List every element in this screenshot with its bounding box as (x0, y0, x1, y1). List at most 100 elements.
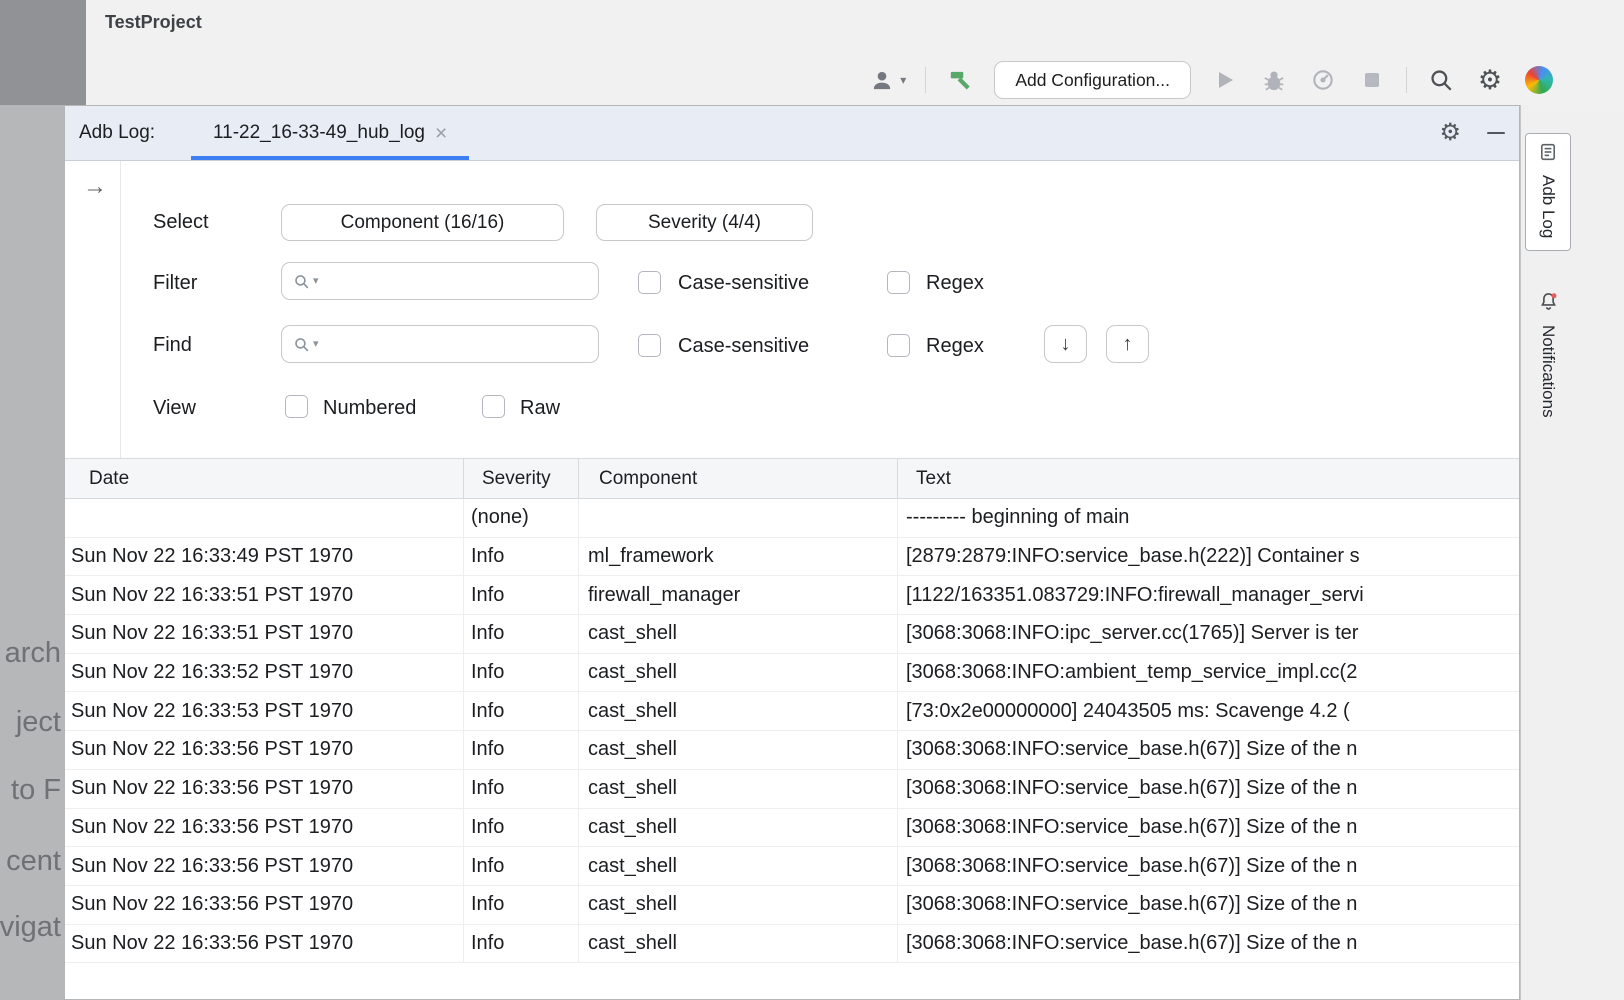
profiler-icon[interactable] (1308, 65, 1338, 95)
log-table-body: (none) --------- beginning of main Sun N… (65, 499, 1519, 963)
numbered-label: Numbered (323, 397, 416, 419)
column-header-component[interactable]: Component (579, 459, 898, 498)
log-row[interactable]: Sun Nov 22 16:33:56 PST 1970 Info cast_s… (65, 731, 1519, 770)
cell-component: cast_shell (579, 886, 898, 924)
log-row[interactable]: Sun Nov 22 16:33:56 PST 1970 Info cast_s… (65, 770, 1519, 809)
collapse-arrow-icon[interactable]: → (83, 173, 107, 201)
run-icon[interactable] (1210, 65, 1240, 95)
background-text-fragment: vigat (0, 911, 61, 944)
project-title: TestProject (105, 12, 202, 33)
cell-date: Sun Nov 22 16:33:52 PST 1970 (65, 654, 464, 692)
colorful-orb (1525, 66, 1553, 94)
cell-date: Sun Nov 22 16:33:56 PST 1970 (65, 809, 464, 847)
raw-checkbox[interactable] (482, 395, 505, 418)
cell-date: Sun Nov 22 16:33:56 PST 1970 (65, 731, 464, 769)
debug-icon[interactable] (1259, 65, 1289, 95)
find-text-field[interactable] (322, 334, 590, 355)
colorful-profile-icon[interactable] (1524, 65, 1554, 95)
filter-text-field[interactable] (322, 271, 590, 292)
filter-regex-checkbox[interactable] (887, 271, 910, 294)
filter-case-sensitive-checkbox[interactable] (638, 271, 661, 294)
cell-date: Sun Nov 22 16:33:51 PST 1970 (65, 576, 464, 614)
chevron-down-icon: ▾ (313, 339, 319, 350)
cell-date: Sun Nov 22 16:33:53 PST 1970 (65, 692, 464, 730)
log-row[interactable]: Sun Nov 22 16:33:49 PST 1970 Info ml_fra… (65, 538, 1519, 577)
cell-component: cast_shell (579, 925, 898, 963)
find-case-sensitive-label: Case-sensitive (678, 335, 809, 357)
background-text-fragment: cent (6, 845, 61, 878)
log-file-tab[interactable]: 11-22_16-33-49_hub_log × (191, 106, 469, 160)
tab-close-icon[interactable]: × (435, 123, 447, 144)
dock-tab-notifications-label: Notifications (1538, 325, 1558, 418)
user-profile-button[interactable]: ▾ (867, 65, 906, 95)
background-text-fragment: ject (16, 706, 61, 739)
toolbar-divider (1406, 67, 1407, 93)
find-previous-button[interactable]: ↑ (1106, 325, 1149, 363)
search-icon (293, 273, 310, 290)
cell-component: cast_shell (579, 654, 898, 692)
filter-case-sensitive-label: Case-sensitive (678, 272, 809, 294)
cell-severity: Info (464, 615, 579, 653)
log-row[interactable]: Sun Nov 22 16:33:51 PST 1970 Info cast_s… (65, 615, 1519, 654)
adb-log-panel: Adb Log: 11-22_16-33-49_hub_log × ⚙ → Se… (64, 105, 1520, 1000)
cell-severity: Info (464, 847, 579, 885)
ide-titlebar: TestProject ▾ Add Configuration... (0, 0, 1624, 105)
cell-component: cast_shell (579, 615, 898, 653)
column-header-text[interactable]: Text (898, 459, 1519, 498)
log-row[interactable]: Sun Nov 22 16:33:56 PST 1970 Info cast_s… (65, 886, 1519, 925)
search-icon (293, 336, 310, 353)
settings-gear-icon[interactable]: ⚙ (1475, 65, 1505, 95)
run-toolbar: ▾ Add Configuration... (867, 58, 1554, 102)
cell-component: cast_shell (579, 809, 898, 847)
log-row[interactable]: Sun Nov 22 16:33:53 PST 1970 Info cast_s… (65, 692, 1519, 731)
severity-filter-button[interactable]: Severity (4/4) (596, 204, 813, 241)
search-everywhere-icon[interactable] (1426, 65, 1456, 95)
panel-settings-gear-icon[interactable]: ⚙ (1439, 121, 1461, 145)
cell-component: cast_shell (579, 847, 898, 885)
minimize-icon[interactable] (1487, 132, 1505, 135)
cell-component: cast_shell (579, 692, 898, 730)
stop-icon[interactable] (1357, 65, 1387, 95)
filter-input[interactable]: ▾ (281, 262, 599, 300)
build-hammer-icon[interactable] (945, 65, 975, 95)
numbered-checkbox[interactable] (285, 395, 308, 418)
find-regex-checkbox[interactable] (887, 334, 910, 357)
log-table-header: Date Severity Component Text (65, 459, 1519, 499)
screen: TestProject ▾ Add Configuration... (0, 0, 1624, 1000)
log-row[interactable]: Sun Nov 22 16:33:56 PST 1970 Info cast_s… (65, 809, 1519, 848)
column-header-severity[interactable]: Severity (464, 459, 579, 498)
panel-title: Adb Log: (79, 106, 155, 160)
find-input[interactable]: ▾ (281, 325, 599, 363)
add-configuration-button[interactable]: Add Configuration... (994, 61, 1191, 99)
panel-gutter: → (65, 161, 121, 458)
log-row[interactable]: Sun Nov 22 16:33:56 PST 1970 Info cast_s… (65, 847, 1519, 886)
column-header-date[interactable]: Date (65, 459, 464, 498)
log-row[interactable]: (none) --------- beginning of main (65, 499, 1519, 538)
log-table: Date Severity Component Text (none) ----… (65, 459, 1519, 963)
cell-date (65, 499, 464, 537)
log-row[interactable]: Sun Nov 22 16:33:52 PST 1970 Info cast_s… (65, 654, 1519, 693)
find-case-sensitive-checkbox[interactable] (638, 334, 661, 357)
cell-text: [3068:3068:INFO:service_base.h(67)] Size… (898, 770, 1519, 808)
adb-log-panel-header: Adb Log: 11-22_16-33-49_hub_log × ⚙ (65, 106, 1519, 161)
component-filter-button[interactable]: Component (16/16) (281, 204, 564, 241)
cell-component (579, 499, 898, 537)
cell-severity: Info (464, 731, 579, 769)
dock-tab-adb-log[interactable]: Adb Log (1525, 133, 1571, 251)
raw-label: Raw (520, 397, 560, 419)
select-label: Select (153, 211, 209, 233)
cell-text: [3068:3068:INFO:service_base.h(67)] Size… (898, 731, 1519, 769)
cell-text: [73:0x2e00000000] 24043505 ms: Scavenge … (898, 692, 1519, 730)
log-row[interactable]: Sun Nov 22 16:33:56 PST 1970 Info cast_s… (65, 925, 1519, 964)
cell-date: Sun Nov 22 16:33:56 PST 1970 (65, 886, 464, 924)
notifications-bell-icon (1539, 292, 1558, 316)
dimmed-background-strip: arch ject to F cent vigat (0, 105, 64, 1000)
adb-log-document-icon (1539, 143, 1557, 166)
cell-date: Sun Nov 22 16:33:56 PST 1970 (65, 925, 464, 963)
dock-tab-notifications[interactable]: Notifications (1525, 283, 1571, 430)
find-label: Find (153, 334, 192, 356)
find-next-button[interactable]: ↓ (1044, 325, 1087, 363)
cell-severity: Info (464, 654, 579, 692)
log-row[interactable]: Sun Nov 22 16:33:51 PST 1970 Info firewa… (65, 576, 1519, 615)
toolbar-divider (925, 67, 926, 93)
